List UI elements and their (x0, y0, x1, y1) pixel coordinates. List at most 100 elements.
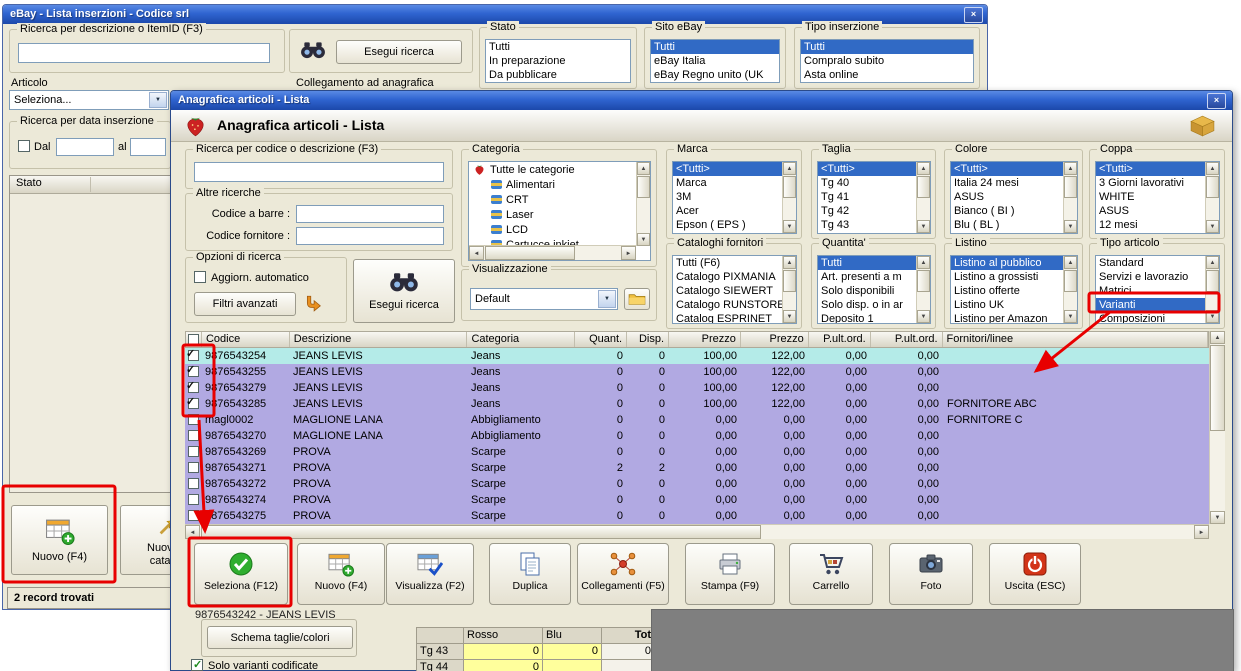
colore-listbox[interactable]: <Tutti>Italia 24 mesiASUSBianco ( BI )Bl… (950, 161, 1078, 234)
horizontal-scrollbar[interactable] (469, 245, 636, 260)
list-item[interactable]: Varianti (1096, 298, 1219, 312)
list-item[interactable]: Art. presenti a m (818, 270, 930, 284)
tree-item[interactable]: Laser (469, 207, 650, 222)
vertical-scrollbar[interactable] (782, 162, 796, 233)
list-item[interactable]: ASUS (951, 190, 1077, 204)
list-item[interactable]: Da pubblicare (486, 68, 630, 82)
list-item[interactable]: Tutti (818, 256, 930, 270)
solo-varianti-checkbox[interactable] (191, 658, 203, 671)
column-header[interactable]: Descrizione (290, 332, 468, 347)
scrollbar-thumb[interactable] (1206, 270, 1219, 292)
dropdown-arrow-icon[interactable] (598, 290, 616, 308)
scrollbar-thumb[interactable] (201, 525, 761, 539)
table-row[interactable]: 9876543269 PROVA Scarpe 0 0 0,00 0,00 0,00 0,00 (185, 444, 1209, 460)
table-row[interactable]: 9876543271 PROVA Scarpe 2 2 0,00 0,00 0,00 0,00 (185, 460, 1209, 476)
list-item[interactable]: Tutti (801, 40, 973, 54)
vertical-scrollbar[interactable] (1205, 162, 1219, 233)
list-item[interactable]: Listino per Amazon (951, 312, 1077, 323)
list-item[interactable]: Tg 41 (818, 190, 930, 204)
listino-listbox[interactable]: Listino al pubblicoListino a grossistiLi… (950, 255, 1078, 324)
list-item[interactable]: Matrici (1096, 284, 1219, 298)
vertical-scrollbar[interactable] (636, 162, 650, 246)
foto-button[interactable]: Foto (889, 543, 973, 605)
table-row[interactable]: 9876543255 JEANS LEVIS Jeans 0 0 100,00 122,00… (185, 364, 1209, 380)
scrollbar-thumb[interactable] (637, 176, 650, 198)
row-checkbox[interactable] (187, 366, 199, 377)
column-header[interactable]: Fornitori/linee (943, 332, 1208, 347)
stampa-button[interactable]: Stampa (F9) (685, 543, 775, 605)
tree-item[interactable]: Alimentari (469, 177, 650, 192)
collegamenti-button[interactable]: Collegamenti (F5) (577, 543, 669, 605)
column-header[interactable]: Prezzo (669, 332, 741, 347)
results-vertical-scrollbar[interactable] (1209, 331, 1225, 524)
list-item[interactable]: Tutti (F6) (673, 256, 796, 270)
visualizzazione-select[interactable]: Default (470, 288, 618, 310)
table-row[interactable]: 9876543274 PROVA Scarpe 0 0 0,00 0,00 0,00 0,00 (185, 492, 1209, 508)
vertical-scrollbar[interactable] (1063, 256, 1077, 323)
list-item[interactable]: Blu ( BL ) (951, 218, 1077, 232)
list-item[interactable]: 3 Giorni lavorativi (1096, 176, 1219, 190)
barcode-input[interactable] (296, 205, 444, 223)
nuovo-button[interactable]: Nuovo (F4) (297, 543, 385, 605)
dialog-close-button[interactable]: × (1207, 93, 1226, 109)
tree-item[interactable]: CRT (469, 192, 650, 207)
vertical-scrollbar[interactable] (916, 256, 930, 323)
data-dal-input[interactable] (56, 138, 114, 156)
cataloghi-listbox[interactable]: Tutti (F6)Catalogo PIXMANIACatalogo SIEW… (672, 255, 797, 324)
scrollbar-thumb[interactable] (783, 270, 796, 292)
table-row[interactable]: 9876543254 JEANS LEVIS Jeans 0 0 100,00 122,00… (185, 348, 1209, 364)
scrollbar-thumb[interactable] (1206, 176, 1219, 198)
column-header-stato[interactable]: Stato (16, 177, 42, 189)
supplier-code-input[interactable] (296, 227, 444, 245)
itemid-search-input[interactable] (18, 43, 270, 63)
list-item[interactable]: ASUS (1096, 204, 1219, 218)
row-checkbox[interactable] (187, 494, 199, 505)
list-item[interactable]: WHITE (1096, 190, 1219, 204)
table-row[interactable]: 9876543279 JEANS LEVIS Jeans 0 0 100,00 122,00… (185, 380, 1209, 396)
list-item[interactable]: Epson ( EPS ) (673, 218, 796, 232)
list-item[interactable]: Catalogo SIEWERT (673, 284, 796, 298)
row-checkbox[interactable] (187, 462, 199, 473)
tree-item-root[interactable]: Tutte le categorie (469, 162, 650, 177)
column-header[interactable]: Prezzo (741, 332, 809, 347)
vertical-scrollbar[interactable] (1205, 256, 1219, 323)
grid-cell[interactable]: 0 (543, 644, 601, 659)
dal-checkbox[interactable] (18, 140, 30, 152)
carrello-button[interactable]: Carrello (789, 543, 873, 605)
schema-taglie-colori-button[interactable]: Schema taglie/colori (207, 626, 353, 649)
data-al-input[interactable] (130, 138, 166, 156)
scrollbar-thumb[interactable] (1064, 176, 1077, 198)
list-item[interactable]: Listino UK (951, 298, 1077, 312)
stato-listbox[interactable]: Tutti In preparazione Da pubblicare (485, 39, 631, 83)
scrollbar-thumb[interactable] (917, 176, 930, 198)
list-item[interactable]: Italia 24 mesi (951, 176, 1077, 190)
esegui-ricerca-button[interactable]: Esegui ricerca (353, 259, 455, 323)
vertical-scrollbar[interactable] (782, 256, 796, 323)
list-item[interactable]: Tg 40 (818, 176, 930, 190)
list-item[interactable]: Listino al pubblico (951, 256, 1077, 270)
filtri-avanzati-button[interactable]: Filtri avanzati (194, 292, 296, 316)
quantita-listbox[interactable]: TuttiArt. presenti a mSolo disponibiliSo… (817, 255, 931, 324)
list-item[interactable]: 12 mesi (1096, 218, 1219, 232)
list-item[interactable]: eBay Italia (651, 54, 779, 68)
list-item[interactable]: Deposito 1 (818, 312, 930, 323)
list-item[interactable]: Bianco ( BI ) (951, 204, 1077, 218)
column-header[interactable]: Codice (202, 332, 290, 347)
coppa-listbox[interactable]: <Tutti>3 Giorni lavorativiWHITEASUS12 me… (1095, 161, 1220, 234)
list-item[interactable]: Asta online (801, 68, 973, 82)
list-item[interactable]: Marca (673, 176, 796, 190)
grid-cell[interactable]: 0 (464, 660, 542, 671)
list-item[interactable]: Solo disponibili (818, 284, 930, 298)
aggiorna-automatico-checkbox[interactable] (194, 271, 206, 283)
table-row[interactable]: 9876543272 PROVA Scarpe 0 0 0,00 0,00 0,00 0,00 (185, 476, 1209, 492)
list-item[interactable]: Acer (673, 204, 796, 218)
list-item[interactable]: <Tutti> (951, 162, 1077, 176)
nuovo-f4-button[interactable]: Nuovo (F4) (11, 505, 108, 575)
list-item[interactable]: <Tutti> (818, 162, 930, 176)
codice-search-input[interactable] (194, 162, 444, 182)
row-checkbox[interactable] (187, 414, 199, 425)
scrollbar-thumb[interactable] (917, 270, 930, 292)
grid-cell[interactable] (543, 660, 601, 671)
list-item[interactable]: Composizioni (1096, 312, 1219, 323)
uscita-button[interactable]: Uscita (ESC) (989, 543, 1081, 605)
